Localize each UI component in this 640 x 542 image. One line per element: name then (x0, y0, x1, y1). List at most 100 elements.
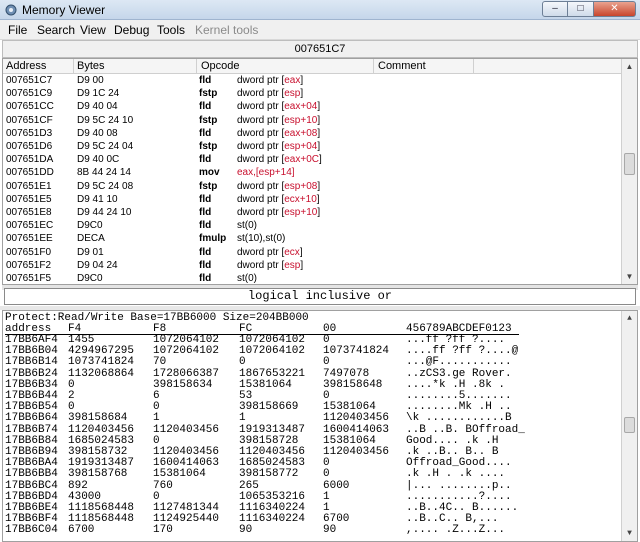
scroll-down-icon[interactable]: ▼ (622, 526, 637, 541)
scroll-thumb[interactable] (624, 153, 635, 175)
disasm-opcode: fld (199, 193, 212, 205)
operand-register: eax (284, 75, 301, 86)
disasm-row[interactable]: 007651F5 D9C0 fld st(0) (3, 272, 621, 284)
hex-value: 1120403456 (323, 412, 390, 425)
column-header-bytes[interactable]: Bytes (77, 60, 105, 74)
disasm-row[interactable]: 007651E5 D9 41 10 fld dword ptr [ecx+10] (3, 193, 621, 206)
disasm-row[interactable]: 007651E1 D9 5C 24 08 fstp dword ptr [esp+08… (3, 180, 621, 193)
menu-debug[interactable]: Debug (114, 23, 149, 37)
hex-value: 170 (153, 524, 173, 537)
hex-row[interactable]: 17BB6B64 398158684 1 1 1120403456 \k ........… (3, 413, 621, 424)
hex-row[interactable]: 17BB6B14 1073741824 70 0 0 ...@F........... (3, 357, 621, 368)
disasm-opcode: fstp (199, 114, 218, 126)
disasm-operand: dword ptr [esp] (237, 87, 303, 100)
hex-value: 398158634 (153, 378, 213, 391)
menu-kernel-tools[interactable]: Kernel tools (195, 23, 258, 37)
disasm-address: 007651DA (6, 154, 54, 166)
disasm-address: 007651F0 (6, 246, 52, 258)
operand-text: dword ptr [ (237, 127, 285, 139)
hex-value: 90 (323, 524, 337, 537)
disasm-row[interactable]: 007651D3 D9 40 08 fld dword ptr [eax+08] (3, 127, 621, 140)
hex-value: 90 (239, 524, 253, 537)
menu-search[interactable]: Search (37, 23, 75, 37)
disasm-row[interactable]: 007651DD 8B 44 24 14 mov eax,[esp+14] (3, 166, 621, 179)
operand-text: dword ptr [ (237, 101, 285, 113)
hex-row[interactable]: 17BB6BB4 398158768 15381064 398158772 0 .k .H… (3, 469, 621, 480)
disasm-row[interactable]: 007651F2 D9 04 24 fld dword ptr [esp] (3, 259, 621, 272)
hex-value: 398158648 (323, 378, 383, 391)
disasm-opcode: fld (199, 207, 212, 218)
hex-value: 398158684 (68, 412, 128, 425)
scroll-down-icon[interactable]: ▼ (622, 269, 637, 284)
hex-value: 892 (68, 479, 88, 492)
hex-row[interactable]: 17BB6C04 6700 170 90 90 ,.... .Z...Z... (3, 525, 621, 536)
scroll-thumb[interactable] (624, 417, 635, 433)
menu-view[interactable]: View (80, 23, 106, 37)
hex-row[interactable]: 17BB6B34 0 398158634 15381064 398158648 ....*… (3, 378, 621, 391)
disasm-bytes: D9 1C 24 (77, 88, 120, 100)
column-divider[interactable] (73, 59, 74, 74)
disasm-row[interactable]: 007651F0 D9 01 fld dword ptr [ecx] (3, 246, 621, 259)
column-divider[interactable] (473, 59, 474, 74)
window-controls: – □ ✕ (542, 1, 636, 17)
disasm-operand: dword ptr [eax] (237, 74, 303, 87)
operand-text: dword ptr [ (237, 154, 285, 166)
operand-text: st(0) (237, 220, 257, 232)
hex-value: 7497078 (323, 367, 370, 380)
column-header-address[interactable]: Address (6, 60, 46, 74)
disasm-address: 007651E5 (6, 193, 52, 205)
disasm-row[interactable]: 007651D6 D9 5C 24 04 fstp dword ptr [esp+04… (3, 140, 621, 153)
hex-row[interactable]: 17BB6B74 1120403456 1120403456 1919313487 16… (3, 424, 621, 436)
operand-text: ] (319, 154, 322, 166)
disasm-row[interactable]: 007651EE DECA fmulp st(10),st(0) (3, 232, 621, 245)
gear-icon (5, 4, 17, 16)
disasm-bytes: D9 5C 24 04 (77, 141, 134, 152)
disasm-row[interactable]: 007651CF D9 5C 24 10 fstp dword ptr [esp+10… (3, 114, 621, 127)
hex-row[interactable]: 17BB6BF4 1118568448 1124925440 1116340224 67… (3, 514, 621, 525)
window-title: Memory Viewer (22, 3, 106, 17)
column-divider[interactable] (373, 59, 374, 74)
maximize-button[interactable]: □ (568, 1, 594, 17)
operand-register: eax+04 (284, 101, 318, 113)
column-header-comment[interactable]: Comment (378, 60, 426, 74)
minimize-button[interactable]: – (542, 1, 568, 17)
disasm-opcode: fld (199, 154, 212, 166)
disasm-row[interactable]: 007651EC D9C0 fld st(0) (3, 219, 621, 232)
hex-row[interactable]: 17BB6B24 1132068864 1728066387 1867653221 74… (3, 367, 621, 380)
disasm-row[interactable]: 007651C9 D9 1C 24 fstp dword ptr [esp] (3, 87, 621, 100)
hex-address: 17BB6B14 (5, 356, 58, 369)
hex-row[interactable]: 17BB6B44 2 6 53 0 ........5....... (3, 391, 621, 402)
disasm-bytes: D9 00 (77, 75, 104, 86)
menu-tools[interactable]: Tools (157, 23, 185, 37)
hex-row[interactable]: 17BB6BC4 892 760 265 6000 |... ........p.. (3, 479, 621, 492)
hex-view[interactable]: Protect:Read/Write Base=17BB6000 Size=20… (2, 310, 638, 542)
disasm-operand: dword ptr [eax+0C] (237, 153, 322, 166)
hex-value: 398158669 (239, 401, 299, 414)
disasm-row[interactable]: 007651C7 D9 00 fld dword ptr [eax] (3, 74, 621, 87)
current-address-display[interactable]: 007651C7 (2, 40, 638, 58)
disasm-row[interactable]: 007651CC D9 40 04 fld dword ptr [eax+04] (3, 100, 621, 113)
disasm-opcode: fld (199, 259, 212, 271)
scroll-up-icon[interactable]: ▲ (622, 59, 637, 74)
menu-file[interactable]: File (8, 23, 27, 37)
operand-text: ] (300, 259, 304, 271)
disasm-operand: st(0) (237, 272, 257, 284)
scroll-up-icon[interactable]: ▲ (622, 311, 637, 326)
operand-text: ] (317, 180, 321, 192)
column-divider[interactable] (196, 59, 197, 74)
disasm-row[interactable]: 007651E8 D9 44 24 10 fld dword ptr [esp+10] (3, 206, 621, 219)
operand-text: dword ptr [ (237, 114, 285, 126)
column-header-opcode[interactable]: Opcode (201, 60, 240, 74)
disasm-operand: dword ptr [esp] (237, 259, 303, 272)
hex-value: 398158772 (239, 468, 299, 481)
disassembler-scrollbar[interactable]: ▲ ▼ (621, 59, 637, 284)
operand-text: dword ptr [ (237, 180, 285, 192)
disasm-row[interactable]: 007651DA D9 40 0C fld dword ptr [eax+0C] (3, 153, 621, 166)
operand-text: st(10),st(0) (237, 233, 286, 245)
hex-scrollbar[interactable]: ▲ ▼ (621, 311, 637, 541)
hex-value: 1728066387 (153, 367, 220, 380)
disasm-operand: dword ptr [eax+04] (237, 100, 320, 113)
close-button[interactable]: ✕ (594, 1, 636, 17)
disasm-address: 007651CC (6, 101, 54, 113)
disassembler-view[interactable]: Address Bytes Opcode Comment 007651C7 D9 … (2, 58, 638, 285)
